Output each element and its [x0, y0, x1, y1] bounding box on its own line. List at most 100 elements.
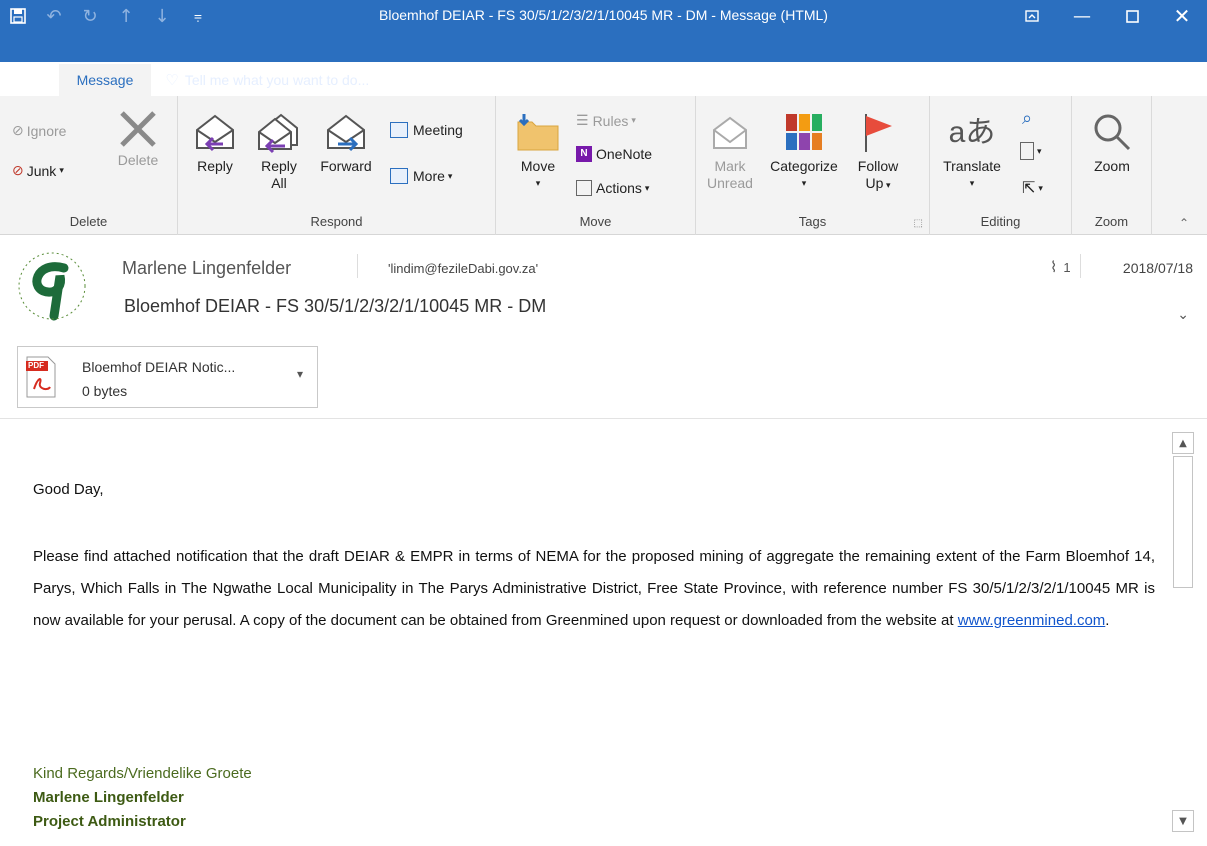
delete-x-icon — [117, 106, 159, 152]
attachment-count: ⌇ 1 — [1050, 258, 1071, 276]
ribbon-tabs: File Message ♡ Tell me what you want to … — [0, 64, 369, 96]
reply-label: Reply — [197, 158, 233, 174]
tell-me-text: Tell me what you want to do... — [184, 72, 370, 88]
ignore-button[interactable]: ⊘ Ignore — [12, 122, 66, 139]
junk-button[interactable]: ⊘ Junk ▾ — [12, 162, 64, 179]
title-bar: ↶ ↻ ↑ ↓ ⩦ Bloemhof DEIAR - FS 30/5/1/2/3… — [0, 0, 1207, 96]
select-icon[interactable]: ▾ — [1020, 142, 1042, 160]
vertical-scrollbar[interactable]: ▲ ▼ — [1172, 432, 1194, 832]
actions-button[interactable]: Actions ▾ — [576, 180, 649, 196]
delete-button[interactable]: Delete — [108, 106, 168, 169]
group-editing: aあ Translate ▾ ⌕ ▾ ⇱ ▾ Editing — [930, 96, 1072, 235]
signature-name: Marlene Lingenfelder — [33, 789, 184, 806]
attachment-dropdown-icon[interactable]: ▾ — [297, 367, 303, 381]
mark-label-2: Unread — [707, 175, 753, 191]
forward-button[interactable]: Forward — [312, 106, 380, 175]
categorize-icon — [784, 106, 824, 158]
close-icon[interactable]: ✕ — [1157, 0, 1207, 32]
more-icon — [390, 168, 408, 184]
group-delete-label: Delete — [69, 214, 108, 229]
attachment-card[interactable]: PDF Bloemhof DEIAR Notic... 0 bytes ▾ — [17, 346, 318, 408]
tell-me-box[interactable]: ♡ Tell me what you want to do... — [151, 64, 369, 96]
collapse-ribbon-icon[interactable]: ⌃ — [1179, 216, 1189, 230]
find-icon[interactable]: ⌕ — [1022, 108, 1032, 129]
message-header: Marlene Lingenfelder 'lindim@fezileDabi.… — [0, 236, 1207, 341]
group-move-label: Move — [579, 214, 612, 229]
reply-all-icon — [255, 106, 303, 158]
more-button[interactable]: More ▾ — [390, 168, 452, 184]
paperclip-icon: ⌇ — [1050, 259, 1058, 276]
actions-icon — [576, 180, 592, 196]
website-link[interactable]: www.greenmined.com — [958, 612, 1106, 629]
junk-icon: ⊘ — [12, 162, 24, 178]
translate-icon: aあ — [948, 115, 996, 149]
forward-label: Forward — [320, 158, 372, 174]
zoom-label: Zoom — [1094, 158, 1130, 174]
reply-all-label-2: All — [271, 175, 287, 191]
mark-label-1: Mark — [714, 158, 746, 174]
group-delete: ⊘ Ignore ⊘ Junk ▾ Delete Delete — [0, 96, 178, 235]
chevron-down-icon: ▾ — [59, 165, 64, 175]
rules-button[interactable]: ☰ Rules ▾ — [576, 112, 636, 129]
meeting-label: Meeting — [413, 122, 463, 138]
move-label: Move — [520, 158, 556, 174]
scroll-down-icon[interactable]: ▼ — [1172, 810, 1194, 832]
dialog-launcher-icon[interactable]: ⬚ — [914, 218, 923, 229]
sender-name[interactable]: Marlene Lingenfelder — [122, 258, 291, 279]
move-button[interactable]: Move ▾ — [510, 106, 566, 192]
folder-move-icon — [514, 106, 562, 158]
greeting: Good Day, — [33, 481, 104, 498]
translate-label: Translate — [943, 158, 1001, 174]
scroll-thumb[interactable] — [1173, 456, 1193, 588]
follow-up-button[interactable]: Follow Up ▾ — [848, 106, 908, 194]
header-divider — [357, 254, 358, 278]
translate-button[interactable]: aあ Translate ▾ — [940, 106, 1004, 192]
reply-icon — [193, 106, 237, 158]
recipient[interactable]: 'lindim@fezileDabi.gov.za' — [388, 261, 538, 276]
cursor-select-button[interactable]: ⇱ ▾ — [1022, 178, 1043, 198]
ribbon-display-icon[interactable] — [1007, 0, 1057, 32]
chevron-down-icon: ▾ — [631, 115, 636, 125]
meeting-icon — [390, 122, 408, 138]
reply-all-button[interactable]: Reply All — [250, 106, 308, 192]
actions-label: Actions — [596, 180, 642, 196]
cursor-icon: ⇱ — [1022, 180, 1036, 197]
document-icon — [1020, 142, 1034, 160]
chevron-down-icon: ▾ — [644, 182, 650, 193]
reply-button[interactable]: Reply — [190, 106, 240, 175]
zoom-button[interactable]: Zoom — [1080, 106, 1144, 175]
onenote-icon: N — [576, 146, 592, 162]
window-controls: — ✕ — [1007, 0, 1207, 32]
rules-icon: ☰ — [576, 112, 589, 128]
scroll-up-icon[interactable]: ▲ — [1172, 432, 1194, 454]
mark-unread-button[interactable]: Mark Unread — [700, 106, 760, 192]
group-zoom-label: Zoom — [1094, 214, 1129, 229]
chevron-down-icon: ▾ — [1037, 145, 1042, 156]
message-subject: Bloemhof DEIAR - FS 30/5/1/2/3/2/1/10045… — [124, 296, 547, 316]
expand-header-icon[interactable]: ⌄ — [1177, 306, 1189, 323]
minimize-icon[interactable]: — — [1057, 0, 1107, 32]
header-divider — [1080, 254, 1081, 278]
ribbon: ⊘ Ignore ⊘ Junk ▾ Delete Delete Reply Re… — [0, 96, 1207, 235]
message-body: Good Day, Please find attached notificat… — [0, 419, 1172, 846]
group-respond: Reply Reply All Forward Meeting More ▾ R… — [178, 96, 496, 235]
group-editing-label: Editing — [980, 214, 1021, 229]
chevron-down-icon: ▾ — [969, 178, 975, 188]
categorize-button[interactable]: Categorize ▾ — [762, 106, 846, 192]
body-text-end: . — [1105, 612, 1110, 629]
chevron-down-icon: ▾ — [535, 178, 541, 188]
group-tags-label: Tags — [798, 214, 827, 229]
flag-icon — [858, 106, 898, 158]
signature-regards: Kind Regards/Vriendelike Groete — [33, 765, 252, 782]
group-move: Move ▾ ☰ Rules ▾ N OneNote Actions ▾ Mov… — [496, 96, 696, 235]
chevron-down-icon: ▾ — [1038, 182, 1043, 193]
tab-file[interactable]: File — [0, 64, 59, 96]
delete-label: Delete — [117, 152, 159, 168]
tab-message[interactable]: Message — [58, 64, 152, 96]
maximize-icon[interactable] — [1107, 0, 1157, 32]
attachment-size: 0 bytes — [82, 383, 128, 399]
meeting-button[interactable]: Meeting — [390, 122, 463, 138]
onenote-button[interactable]: N OneNote — [576, 146, 652, 162]
chevron-down-icon: ▾ — [801, 178, 807, 188]
lightbulb-icon: ♡ — [165, 72, 179, 89]
